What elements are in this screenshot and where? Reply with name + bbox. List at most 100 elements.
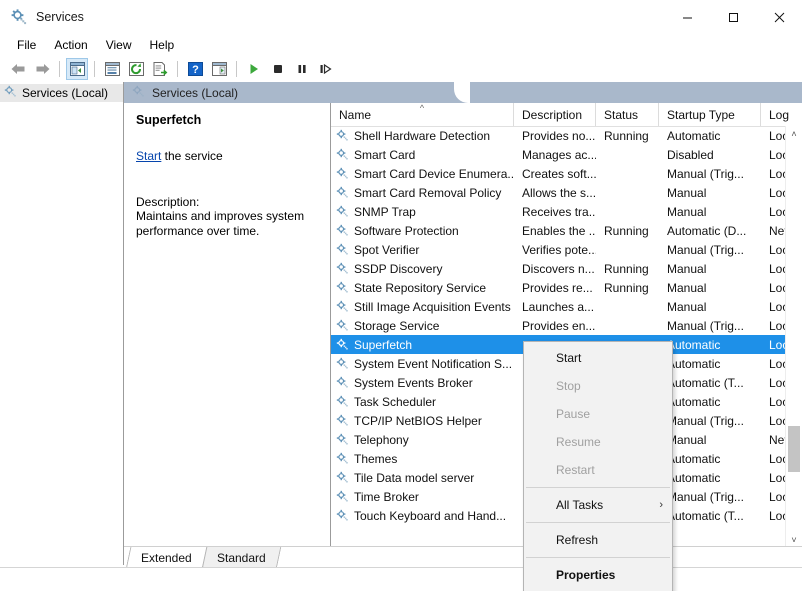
menu-separator bbox=[526, 522, 670, 523]
service-detail-pane: Superfetch Start the service Description… bbox=[124, 103, 331, 565]
help-icon[interactable]: ? bbox=[184, 58, 206, 80]
column-header-log-on-as[interactable]: Log bbox=[761, 103, 791, 126]
tab-extended[interactable]: Extended bbox=[125, 547, 208, 569]
table-row[interactable]: State Repository Service Provides re... Ru… bbox=[331, 278, 802, 297]
table-row[interactable]: SNMP Trap Receives tra... Manual Loc bbox=[331, 202, 802, 221]
window-title: Services bbox=[36, 10, 84, 24]
caption-buttons bbox=[664, 0, 802, 34]
refresh-icon[interactable] bbox=[125, 58, 147, 80]
cell-name: Shell Hardware Detection bbox=[331, 129, 514, 143]
column-header-name[interactable]: ^ Name bbox=[331, 103, 514, 126]
table-row[interactable]: Storage Service Provides en... Manual (Tri… bbox=[331, 316, 802, 335]
table-row[interactable]: Smart Card Manages ac... Disabled Loc bbox=[331, 145, 802, 164]
vertical-scrollbar[interactable]: ˄ ˅ bbox=[785, 126, 802, 548]
start-service-icon[interactable] bbox=[243, 58, 265, 80]
toolbar-separator bbox=[177, 61, 178, 77]
cell-name-label: State Repository Service bbox=[354, 280, 487, 295]
context-menu-item-all-tasks[interactable]: All Tasks › bbox=[524, 491, 672, 519]
table-row[interactable]: SSDP Discovery Discovers n... Running Manua… bbox=[331, 259, 802, 278]
cell-name-label: Tile Data model server bbox=[354, 470, 475, 485]
column-header-label: Description bbox=[522, 107, 583, 122]
column-header-description[interactable]: Description bbox=[514, 103, 596, 126]
column-header-label: Status bbox=[604, 107, 639, 122]
menu-separator bbox=[526, 487, 670, 488]
cell-name-label: Smart Card Removal Policy bbox=[354, 185, 502, 200]
table-row[interactable]: Software Protection Enables the ... Runnin… bbox=[331, 221, 802, 240]
table-row[interactable]: Spot Verifier Verifies pote... Manual (Tri… bbox=[331, 240, 802, 259]
column-header-status[interactable]: Status bbox=[596, 103, 659, 126]
cell-startup-type: Manual (Trig... bbox=[667, 489, 744, 504]
cell-name-label: Time Broker bbox=[354, 489, 419, 504]
submenu-arrow-icon: › bbox=[659, 499, 663, 511]
restart-service-icon[interactable] bbox=[315, 58, 337, 80]
services-gear-icon bbox=[132, 85, 145, 101]
svg-text:?: ? bbox=[192, 64, 199, 76]
cell-name-label: Software Protection bbox=[354, 223, 459, 238]
minimize-button[interactable] bbox=[664, 0, 710, 34]
services-gear-icon bbox=[10, 8, 28, 26]
export-list-icon[interactable] bbox=[149, 58, 171, 80]
menu-file[interactable]: File bbox=[8, 36, 45, 54]
cell-startup-type: Automatic bbox=[667, 451, 721, 466]
forward-arrow-icon[interactable] bbox=[31, 58, 53, 80]
pane-header-label: Services (Local) bbox=[152, 85, 239, 100]
service-gear-icon bbox=[336, 148, 349, 161]
cell-name: Time Broker bbox=[331, 490, 514, 504]
close-button[interactable] bbox=[756, 0, 802, 34]
cell-name-label: Telephony bbox=[354, 432, 409, 447]
cell-name: System Events Broker bbox=[331, 376, 514, 390]
cell-description: Enables the ... bbox=[522, 223, 596, 238]
service-gear-icon bbox=[336, 167, 349, 180]
menu-action[interactable]: Action bbox=[45, 36, 96, 54]
tab-standard[interactable]: Standard bbox=[201, 547, 281, 569]
context-menu-item-properties[interactable]: Properties bbox=[524, 561, 672, 589]
cell-name: SNMP Trap bbox=[331, 205, 514, 219]
table-row[interactable]: Shell Hardware Detection Provides no... Ru… bbox=[331, 126, 802, 145]
cell-startup-type: Automatic bbox=[667, 394, 721, 409]
table-row[interactable]: Still Image Acquisition Events Launches a… bbox=[331, 297, 802, 316]
list-header: ^ Name Description Status Startup Type L… bbox=[331, 103, 802, 127]
start-service-link[interactable]: Start bbox=[136, 149, 161, 163]
cell-name: Superfetch bbox=[331, 338, 514, 352]
stop-service-icon[interactable] bbox=[267, 58, 289, 80]
context-menu-item-label: All Tasks bbox=[556, 498, 604, 512]
sidebar-item-services-local[interactable]: Services (Local) bbox=[0, 84, 123, 102]
service-gear-icon bbox=[336, 281, 349, 294]
scroll-up-arrow-icon[interactable]: ˄ bbox=[786, 126, 802, 142]
cell-description: Provides en... bbox=[522, 318, 596, 333]
show-action-pane-icon[interactable] bbox=[208, 58, 230, 80]
cell-description: Provides no... bbox=[522, 128, 596, 143]
pause-service-icon[interactable] bbox=[291, 58, 313, 80]
tab-label: Standard bbox=[216, 550, 266, 565]
properties-icon[interactable] bbox=[101, 58, 123, 80]
content-area: Services (Local) Services (Local) Superf… bbox=[0, 82, 802, 565]
menu-help[interactable]: Help bbox=[141, 36, 184, 54]
context-menu-item-refresh[interactable]: Refresh bbox=[524, 526, 672, 554]
menu-view[interactable]: View bbox=[97, 36, 141, 54]
cell-name: Smart Card Device Enumera... bbox=[331, 167, 514, 181]
back-arrow-icon[interactable] bbox=[7, 58, 29, 80]
sidebar-item-label: Services (Local) bbox=[22, 86, 109, 100]
cell-startup-type: Disabled bbox=[667, 147, 714, 162]
cell-name: State Repository Service bbox=[331, 281, 514, 295]
sort-ascending-icon: ^ bbox=[419, 103, 425, 113]
cell-startup-type: Manual bbox=[667, 432, 707, 447]
cell-startup-type: Automatic bbox=[667, 128, 721, 143]
service-gear-icon bbox=[336, 433, 349, 446]
detail-start-line: Start the service bbox=[136, 149, 318, 163]
context-menu-item-label: Stop bbox=[556, 379, 581, 393]
service-gear-icon bbox=[336, 319, 349, 332]
maximize-button[interactable] bbox=[710, 0, 756, 34]
table-row[interactable]: Smart Card Removal Policy Allows the s...… bbox=[331, 183, 802, 202]
context-menu-item-label: Start bbox=[556, 351, 582, 365]
cell-name-label: Spot Verifier bbox=[354, 242, 420, 257]
service-gear-icon bbox=[336, 300, 349, 313]
column-header-startup-type[interactable]: Startup Type bbox=[659, 103, 761, 126]
table-row[interactable]: Smart Card Device Enumera... Creates soft… bbox=[331, 164, 802, 183]
vertical-scrollbar-thumb[interactable] bbox=[788, 426, 800, 472]
context-menu-item-start[interactable]: Start bbox=[524, 344, 672, 372]
cell-name-label: Themes bbox=[354, 451, 398, 466]
detail-description-text: Maintains and improves system performanc… bbox=[136, 209, 305, 238]
show-hide-console-tree-icon[interactable] bbox=[66, 58, 88, 80]
cell-name: System Event Notification S... bbox=[331, 357, 514, 371]
